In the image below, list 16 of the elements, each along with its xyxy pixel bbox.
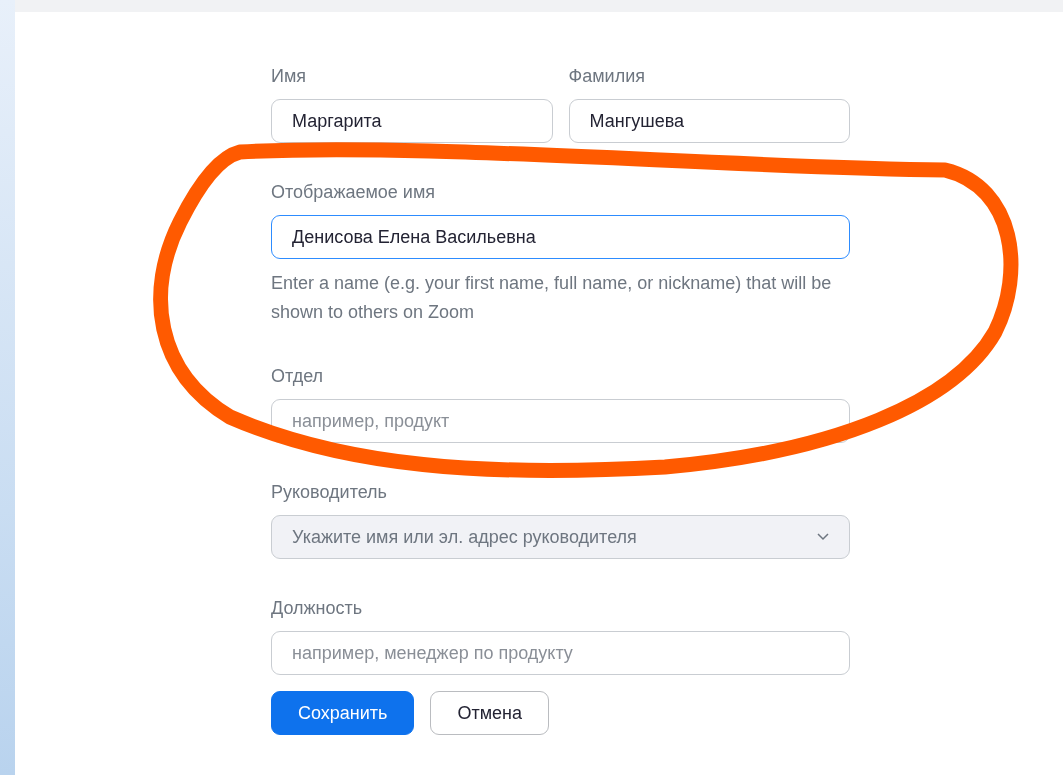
input-field[interactable]: например, менеджер по продукту [271,631,850,675]
field-label: Отображаемое имя [271,181,437,204]
input-field[interactable]: Маргарита [271,99,553,143]
field-label: Имя [271,65,308,88]
cancel-button[interactable]: Отмена [430,691,550,735]
input-field[interactable]: например, продукт [271,399,850,443]
input-field[interactable]: Мангушева [568,99,850,143]
field-label: Должность [271,597,364,620]
manager-select[interactable]: Укажите имя или эл. адрес руководителя [271,515,850,559]
chevron-down-icon [817,533,829,541]
field-label: Фамилия [568,65,646,88]
field-label: Отдел [271,365,325,388]
help-text: Enter a name (e.g. your first name, full name, or nickname) that will be shown to others on Zoom [271,272,833,324]
field-label: Руководитель [271,481,388,504]
input-field[interactable]: Денисова Елена Васильевна [271,215,850,259]
save-button[interactable]: Сохранить [271,691,415,735]
